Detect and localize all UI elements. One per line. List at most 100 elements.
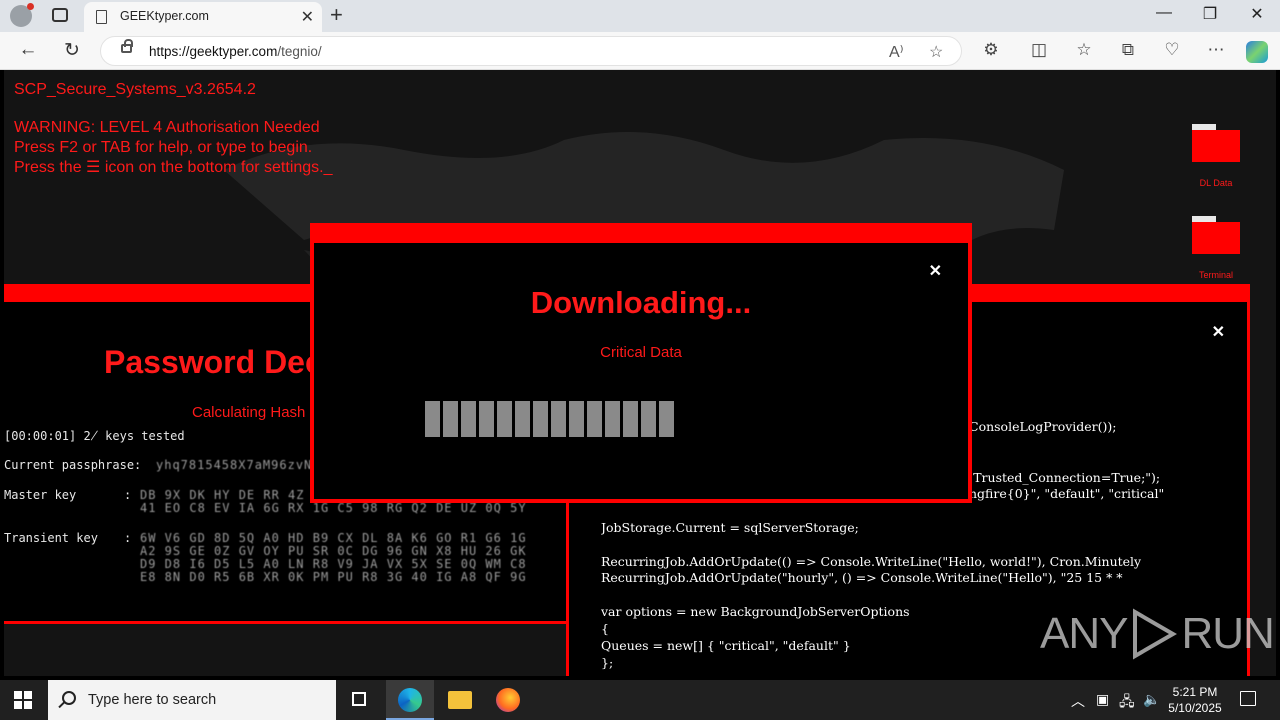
passphrase-label: Current passphrase: bbox=[4, 458, 142, 472]
progress-segment bbox=[659, 401, 674, 437]
favorites-icon[interactable]: ☆ bbox=[1072, 40, 1096, 60]
tab-actions-icon[interactable] bbox=[52, 8, 68, 22]
code-line: RecurringJob.AddOrUpdate(() => Console.W… bbox=[601, 554, 1142, 569]
collections-icon[interactable]: ⧉ bbox=[1116, 40, 1140, 60]
password-window-title: Password Dec bbox=[104, 344, 323, 380]
settings-line: Press the ☰ icon on the bottom for setti… bbox=[14, 159, 333, 176]
progress-segment bbox=[587, 401, 602, 437]
search-icon bbox=[62, 691, 76, 705]
url-path: /tegnio/ bbox=[277, 44, 322, 59]
progress-segment bbox=[569, 401, 584, 437]
refresh-icon[interactable]: ↻ bbox=[60, 39, 84, 62]
firefox-taskbar-button[interactable] bbox=[484, 680, 532, 720]
search-placeholder: Type here to search bbox=[88, 692, 217, 708]
favorite-star-icon[interactable]: ☆ bbox=[929, 42, 943, 62]
taskbar-clock[interactable]: 5:21 PM 5/10/2025 bbox=[1164, 684, 1226, 716]
file-explorer-taskbar-button[interactable] bbox=[436, 680, 484, 720]
back-icon[interactable]: ← bbox=[16, 39, 40, 61]
browser-tab[interactable]: GEEKtyper.com ✕ bbox=[84, 2, 322, 32]
progress-segment bbox=[515, 401, 530, 437]
taskbar-search-box[interactable]: Type here to search bbox=[48, 680, 336, 720]
folder-icon bbox=[1192, 124, 1240, 162]
code-line: RecurringJob.AddOrUpdate("hourly", () =>… bbox=[601, 570, 1123, 585]
extensions-icon[interactable]: ⚙ bbox=[979, 40, 1003, 60]
windows-start-icon[interactable] bbox=[14, 691, 32, 709]
address-bar[interactable]: https://geektyper.com/tegnio/ A⁾ ☆ bbox=[100, 36, 962, 66]
page-favicon-icon bbox=[96, 10, 107, 24]
download-dialog-close-icon[interactable]: ✕ bbox=[929, 261, 942, 281]
lock-icon[interactable] bbox=[121, 39, 133, 53]
browser-toolbar: ← ↻ https://geektyper.com/tegnio/ A⁾ ☆ ⚙… bbox=[0, 32, 1280, 70]
warning-line: WARNING: LEVEL 4 Authorisation Needed bbox=[14, 119, 320, 136]
progress-segment bbox=[497, 401, 512, 437]
minimize-icon[interactable]: — bbox=[1144, 4, 1184, 22]
restore-icon[interactable]: ❐ bbox=[1190, 4, 1230, 24]
download-dialog[interactable]: ✕ Downloading... Critical Data bbox=[310, 223, 972, 503]
code-line: JobStorage.Current = sqlServerStorage; bbox=[601, 520, 859, 535]
transient-key-colon: : bbox=[124, 531, 132, 545]
download-progress-bar bbox=[425, 401, 674, 437]
window-close-icon[interactable]: ✕ bbox=[1237, 4, 1277, 24]
device-icon[interactable]: ▣ bbox=[1096, 691, 1109, 708]
desktop-icon-label: DL Data bbox=[1199, 178, 1233, 188]
task-view-icon bbox=[352, 692, 366, 706]
help-line: Press F2 or TAB for help, or type to beg… bbox=[14, 139, 313, 156]
transient-key-label: Transient key bbox=[4, 531, 98, 545]
desktop-icon-label: Terminal bbox=[1198, 270, 1233, 280]
new-tab-icon[interactable]: + bbox=[330, 2, 343, 28]
keys-tested-counter: [00:00:01] 2̸ keys tested bbox=[4, 429, 185, 443]
progress-segment bbox=[551, 401, 566, 437]
url-text: https://geektyper.com/tegnio/ bbox=[149, 44, 322, 59]
tab-title: GEEKtyper.com bbox=[120, 9, 209, 23]
code-line: ngfire{0}", "default", "critical" bbox=[969, 486, 1165, 501]
code-line: ConsoleLogProvider()); bbox=[969, 419, 1117, 434]
profile-avatar-icon[interactable] bbox=[10, 3, 34, 27]
download-title: Downloading... bbox=[530, 285, 752, 320]
show-hidden-icons-icon[interactable]: ︿ bbox=[1071, 691, 1085, 711]
edge-taskbar-button[interactable] bbox=[386, 680, 434, 720]
download-subtitle: Critical Data bbox=[600, 344, 682, 361]
terminal-desktop-icon[interactable]: Terminal bbox=[1186, 216, 1246, 280]
master-key-line: 41 EO C8 EV IA 6G RX 1G C5 98 RG Q2 DE U… bbox=[140, 501, 527, 515]
windows-taskbar: Type here to search ︿ ▣ 🖧 🔈 5:21 PM 5/10… bbox=[0, 680, 1280, 720]
clock-date: 5/10/2025 bbox=[1168, 701, 1222, 715]
geektyper-page[interactable]: SCP_Secure_Systems_v3.2654.2 WARNING: LE… bbox=[4, 70, 1276, 676]
clock-time: 5:21 PM bbox=[1172, 685, 1218, 699]
watermark-left-text: ANY bbox=[1040, 609, 1128, 658]
progress-segment bbox=[605, 401, 620, 437]
progress-segment bbox=[425, 401, 440, 437]
volume-icon[interactable]: 🔈 bbox=[1143, 691, 1160, 708]
progress-segment bbox=[479, 401, 494, 437]
network-icon[interactable]: 🖧 bbox=[1119, 691, 1135, 715]
task-view-button[interactable] bbox=[336, 680, 384, 720]
split-screen-icon[interactable]: ◫ bbox=[1027, 40, 1051, 60]
progress-segment bbox=[443, 401, 458, 437]
tab-close-icon[interactable]: ✕ bbox=[301, 7, 314, 27]
code-line: ;Trusted_Connection=True;"); bbox=[969, 470, 1161, 485]
browser-tab-bar: GEEKtyper.com ✕ + — ❐ ✕ bbox=[0, 0, 1280, 32]
transient-key-line: E8 8N D0 R5 6B XR 0K PM PU R8 3G 40 IG A… bbox=[140, 570, 527, 584]
notifications-icon[interactable] bbox=[1240, 691, 1256, 706]
master-key-colon: : bbox=[124, 488, 132, 502]
more-menu-icon[interactable]: ⋯ bbox=[1204, 40, 1228, 60]
play-logo-icon bbox=[1133, 608, 1178, 660]
passphrase-value: yhq7815458X7aM96zvN bbox=[156, 458, 313, 472]
progress-segment bbox=[533, 401, 548, 437]
code-window-close-icon[interactable]: ✕ bbox=[1212, 322, 1225, 342]
edge-icon bbox=[398, 688, 422, 712]
password-window-subtitle: Calculating Hash bbox=[192, 404, 306, 421]
progress-segment bbox=[641, 401, 656, 437]
dl-data-desktop-icon[interactable]: DL Data bbox=[1186, 124, 1246, 188]
folder-icon bbox=[1192, 216, 1240, 254]
copilot-icon[interactable] bbox=[1246, 41, 1268, 63]
progress-segment bbox=[461, 401, 476, 437]
url-host: https://geektyper.com bbox=[149, 44, 278, 59]
read-aloud-icon[interactable]: A⁾ bbox=[889, 42, 904, 62]
master-key-label: Master key bbox=[4, 488, 77, 502]
browser-essentials-icon[interactable]: ♡ bbox=[1160, 40, 1184, 60]
folder-icon bbox=[448, 691, 472, 709]
watermark-right-text: RUN bbox=[1181, 609, 1274, 658]
system-title: SCP_Secure_Systems_v3.2654.2 bbox=[14, 81, 256, 98]
anyrun-watermark: ANY RUN bbox=[1040, 608, 1275, 660]
firefox-icon bbox=[496, 688, 520, 712]
